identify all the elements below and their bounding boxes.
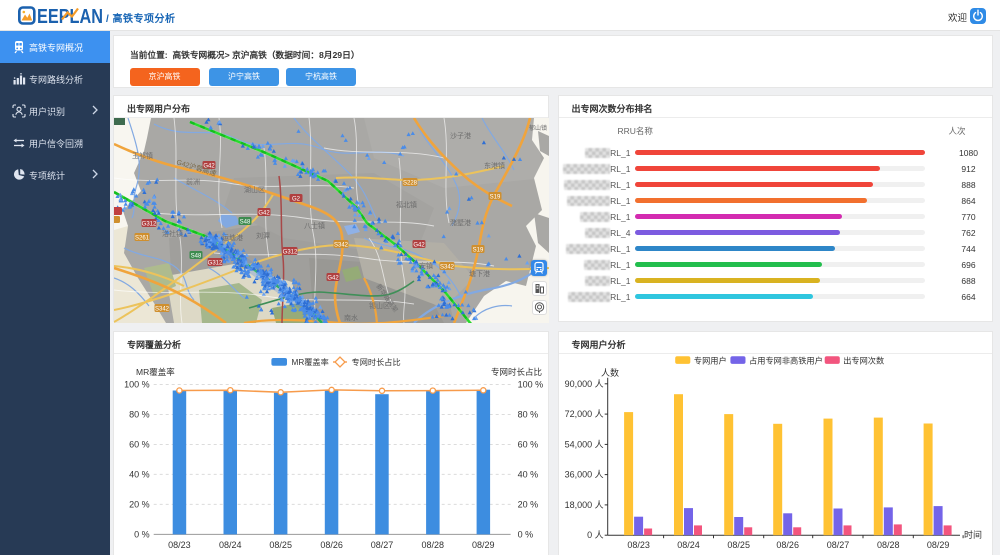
svg-text:90,000 人: 90,000 人 [564,379,603,389]
svg-text:08/24: 08/24 [219,540,242,550]
svg-text:08/23: 08/23 [168,540,191,550]
svg-text:运塘港: 运塘港 [222,233,243,242]
svg-text:36,000 人: 36,000 人 [564,470,603,480]
svg-text:S19: S19 [490,194,501,200]
svg-text:08/28: 08/28 [422,540,445,550]
svg-text:100 %: 100 % [518,380,544,390]
svg-text:占用专网非高铁用户: 占用专网非高铁用户 [749,355,823,365]
svg-text:08/28: 08/28 [877,540,900,550]
svg-text:80 %: 80 % [129,410,150,420]
svg-text:08/25: 08/25 [727,540,750,550]
svg-text:洛社镇: 洛社镇 [162,229,183,238]
svg-text:安镇: 安镇 [419,261,433,270]
svg-text:EEPLAN: EEPLAN [37,5,103,28]
svg-text:S342: S342 [440,264,455,270]
svg-text:专网时长占比: 专网时长占比 [491,367,542,377]
svg-text:东港镇: 东港镇 [484,161,505,170]
svg-text:08/29: 08/29 [926,540,949,550]
svg-text:40 %: 40 % [518,469,539,479]
svg-text:MR覆盖率: MR覆盖率 [136,367,175,377]
svg-text:S19: S19 [473,247,484,253]
svg-text:G42: G42 [327,275,339,281]
svg-text:S48: S48 [240,219,251,225]
svg-text:沙子港: 沙子港 [450,131,471,140]
svg-text:08/26: 08/26 [776,540,799,550]
svg-text:前洲: 前洲 [186,177,200,186]
svg-text:福北镇: 福北镇 [396,200,417,209]
svg-text:塘下港: 塘下港 [469,269,490,278]
svg-text:S48: S48 [191,253,202,259]
svg-text:郁山镇: 郁山镇 [529,124,547,132]
svg-text:专网用户: 专网用户 [693,355,726,365]
svg-text:潴墅港: 潴墅港 [450,218,471,227]
svg-text:G312: G312 [283,249,298,255]
svg-text:刘潭: 刘潭 [256,231,270,240]
svg-text:G42: G42 [413,242,425,248]
svg-text:0 %: 0 % [518,529,534,539]
svg-text:08/25: 08/25 [269,540,292,550]
svg-text:G312: G312 [208,260,223,266]
svg-text:08/26: 08/26 [320,540,343,550]
svg-text:湖山区: 湖山区 [244,185,265,194]
svg-text:40 %: 40 % [129,469,150,479]
svg-text:S261: S261 [135,235,150,241]
svg-text:G2: G2 [292,196,301,202]
svg-text:20 %: 20 % [518,499,539,509]
svg-text:72,000 人: 72,000 人 [564,409,603,419]
svg-text:0 人: 0 人 [587,530,604,540]
svg-text:60 %: 60 % [518,440,539,450]
svg-text:100 %: 100 % [124,380,150,390]
svg-text:80 %: 80 % [518,410,539,420]
svg-text:20 %: 20 % [129,499,150,509]
svg-text:玉祁镇: 玉祁镇 [132,151,153,160]
svg-text:S342: S342 [155,306,170,312]
svg-text:54,000 人: 54,000 人 [564,439,603,449]
svg-text:八士镇: 八士镇 [304,221,325,230]
svg-text:南水: 南水 [344,313,358,322]
svg-text:时间: 时间 [964,529,982,540]
svg-text:08/24: 08/24 [677,540,700,550]
svg-text:G312: G312 [142,221,157,227]
svg-text:60 %: 60 % [129,440,150,450]
svg-text:18,000 人: 18,000 人 [564,500,603,510]
svg-text:S342: S342 [334,242,349,248]
svg-text:出专网次数: 出专网次数 [843,355,884,365]
svg-text:S228: S228 [403,180,418,186]
svg-text:08/23: 08/23 [627,540,650,550]
svg-text:08/27: 08/27 [371,540,394,550]
svg-text:专网时长占比: 专网时长占比 [352,357,401,367]
svg-text:0 %: 0 % [134,529,150,539]
svg-text:08/27: 08/27 [826,540,849,550]
svg-text:G42: G42 [258,210,270,216]
svg-text:人数: 人数 [601,367,619,378]
svg-text:08/29: 08/29 [472,540,495,550]
svg-text:MR覆盖率: MR覆盖率 [292,357,329,367]
